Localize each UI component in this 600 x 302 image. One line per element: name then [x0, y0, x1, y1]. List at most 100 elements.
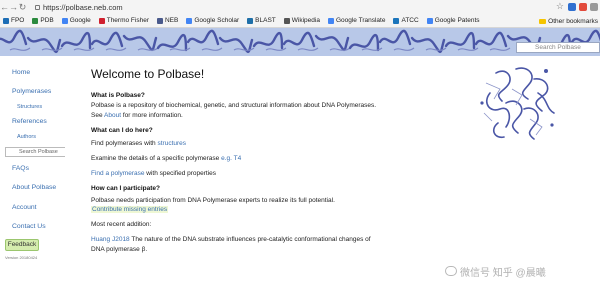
bookmark-google-scholar[interactable]: Google Scholar: [186, 17, 239, 24]
other-bookmarks[interactable]: Other bookmarks: [539, 14, 598, 28]
bookmark-wikipedia[interactable]: Wikipedia: [283, 17, 320, 24]
lock-icon[interactable]: [35, 4, 40, 10]
sidebar-item-structures[interactable]: Structures: [17, 104, 42, 110]
neb-icon: [156, 17, 163, 24]
watermark-text: 微信号 知乎 @晨曦: [460, 267, 546, 279]
see-about-line: See About for more information.: [91, 112, 183, 119]
protein-ribbon: [393, 47, 415, 51]
sidebar-item-contact[interactable]: Contact Us: [12, 223, 46, 230]
structures-link[interactable]: structures: [157, 140, 186, 147]
find-polymerase-link[interactable]: Find a polymerase: [91, 170, 144, 177]
recent-label: Most recent addition:: [91, 221, 152, 228]
url-field[interactable]: https://polbase.neb.com: [43, 3, 123, 12]
protein-ribbon: [378, 29, 412, 46]
protein-ribbon: [60, 31, 92, 50]
protein-pattern-image: [0, 29, 600, 53]
about-link[interactable]: About: [104, 112, 121, 119]
protein-ribbon: [122, 34, 158, 51]
bookmark-neb[interactable]: NEB: [156, 17, 179, 24]
bookmarks-bar: FPO PDB Google Thermo Fisher NEB Google …: [0, 14, 600, 28]
bookmark-label: Google Scholar: [194, 17, 240, 24]
protein-ribbon: [90, 31, 124, 48]
bookmark-label: Wikipedia: [291, 17, 320, 24]
sidebar-item-account[interactable]: Account: [12, 204, 37, 211]
sidebar-nav: Home Polymerases Structures References A…: [0, 56, 70, 302]
bookmark-blast[interactable]: BLAST: [247, 17, 276, 24]
google-scholar-icon: [186, 17, 193, 24]
recent-line-2: DNA polymerase β.: [91, 246, 148, 253]
bookmark-google-patents[interactable]: Google Patents: [426, 17, 480, 24]
bookmark-label: ATCC: [401, 17, 419, 24]
participate-text: Polbase needs participation from DNA Pol…: [91, 197, 335, 204]
sidebar-item-about[interactable]: About Polbase: [12, 184, 56, 191]
sidebar-item-home[interactable]: Home: [12, 69, 30, 76]
examine-line: Examine the details of a specific polyme…: [91, 155, 241, 162]
extension-icon[interactable]: [568, 3, 576, 11]
protein-ribbon: [297, 47, 319, 51]
protein-ribbon: [156, 33, 188, 52]
reload-icon[interactable]: ↻: [18, 0, 27, 14]
google-patents-icon: [426, 17, 433, 24]
bookmark-thermo-fisher[interactable]: Thermo Fisher: [98, 17, 149, 24]
find-prefix: Find polymerases with: [91, 140, 156, 147]
find-polymerase-line: Find a polymerase with specified propert…: [91, 170, 216, 177]
atcc-icon: [393, 17, 400, 24]
protein-ribbon: [282, 31, 316, 48]
version-label: Version 20180424: [5, 255, 38, 260]
wikipedia-icon: [283, 17, 290, 24]
protein-ribbon: [314, 34, 350, 51]
site-banner: Search Polbase: [0, 28, 600, 56]
bookmark-fpo[interactable]: FPO: [3, 17, 24, 24]
sidebar-item-search-polbase[interactable]: Search Polbase: [5, 147, 65, 157]
protein-ribbon: [137, 47, 159, 51]
bookmark-google-translate[interactable]: Google Translate: [327, 17, 386, 24]
protein-ribbon: [444, 31, 476, 50]
recent-link[interactable]: Huang J2018: [91, 236, 130, 243]
recent-line-1: Huang J2018 The nature of the DNA substr…: [91, 236, 371, 243]
search-input[interactable]: Search Polbase: [516, 42, 600, 53]
what-text: Polbase is a repository of biochemical, …: [91, 102, 377, 109]
bookmark-label: PDB: [40, 17, 54, 24]
sidebar-item-faqs[interactable]: FAQs: [12, 165, 29, 172]
bookmark-label: Google: [69, 17, 91, 24]
bookmark-label: NEB: [164, 17, 179, 24]
forward-icon[interactable]: →: [9, 0, 18, 14]
thermo-fisher-icon: [98, 17, 105, 24]
protein-ribbon: [186, 29, 220, 46]
recent-text-1: The nature of the DNA substrate influenc…: [131, 236, 371, 243]
feedback-button[interactable]: Feedback: [5, 239, 39, 251]
t4-link[interactable]: e.g. T4: [221, 155, 241, 162]
find-structures-line: Find polymerases with structures: [91, 140, 186, 147]
folder-icon: [539, 18, 547, 24]
back-icon[interactable]: ←: [0, 0, 9, 14]
page-title: Welcome to Polbase!: [91, 67, 205, 81]
bookmark-label: Google Translate: [335, 17, 386, 24]
bookmark-label: Thermo Fisher: [106, 17, 149, 24]
google-icon: [61, 17, 68, 24]
protein-ribbon: [201, 47, 223, 51]
bookmark-google[interactable]: Google: [61, 17, 91, 24]
see-label: See: [91, 112, 103, 119]
blast-icon: [247, 17, 254, 24]
menu-icon[interactable]: [590, 3, 598, 11]
participate-heading: How can I participate?: [91, 185, 160, 192]
contribute-link[interactable]: Contribute missing entries: [91, 206, 169, 213]
sidebar-item-references[interactable]: References: [12, 118, 47, 125]
other-bookmarks-label: Other bookmarks: [548, 17, 598, 25]
browser-address-bar: ← → ↻ https://polbase.neb.com ☆: [0, 0, 600, 14]
protein-ribbon: [329, 47, 351, 51]
protein-ribbon: [474, 31, 508, 48]
examine-prefix: Examine the details of a specific polyme…: [91, 155, 220, 162]
protein-ribbon: [348, 33, 380, 52]
pdb-icon: [32, 17, 39, 24]
sidebar-item-polymerases[interactable]: Polymerases: [12, 88, 51, 95]
bookmark-pdb[interactable]: PDB: [32, 17, 54, 24]
see-suffix: for more information.: [122, 112, 183, 119]
watermark: 微信号 知乎 @晨曦: [445, 263, 595, 279]
extension-icon[interactable]: [579, 3, 587, 11]
bookmark-atcc[interactable]: ATCC: [393, 17, 419, 24]
bookmark-star-icon[interactable]: ☆: [556, 1, 564, 12]
protein-ribbon: [0, 29, 28, 46]
find-poly-suffix: with specified properties: [146, 170, 217, 177]
sidebar-item-authors[interactable]: Authors: [17, 134, 36, 140]
